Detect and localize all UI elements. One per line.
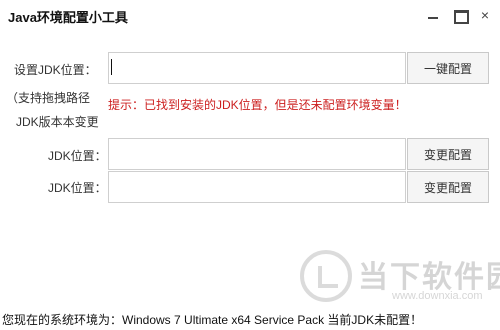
jdk-location-input-1[interactable] [108,138,406,170]
title-bar: Java环境配置小工具 × [0,0,500,30]
system-status-text: 您现在的系统环境为：Windows 7 Ultimate x64 Service… [2,313,423,327]
text-caret [111,59,112,75]
jdk-setting-input[interactable] [108,52,406,84]
maximize-icon[interactable] [453,8,469,24]
watermark: 当下软件园 www.downxia.com [300,250,500,305]
one-click-config-button[interactable]: 一键配置 [407,52,489,84]
status-bar: 您现在的系统环境为：Windows 7 Ultimate x64 Service… [0,305,500,330]
app-window: Java环境配置小工具 × 设置JDK位置： 一键配置 （支持拖拽路径 JDK版… [0,0,500,330]
jdk-location-label-1: JDK位置： [48,149,107,163]
watermark-logo-icon [300,250,352,302]
minimize-icon[interactable] [426,8,440,22]
window-title: Java环境配置小工具 [8,10,128,25]
drag-hint-line1: （支持拖拽路径 [6,91,91,105]
change-config-button-2[interactable]: 变更配置 [407,171,489,203]
jdk-location-label-2: JDK位置： [48,181,107,195]
jdk-location-input-2[interactable] [108,171,406,203]
watermark-url: www.downxia.com [392,290,483,302]
jdk-setting-label: 设置JDK位置： [14,63,97,77]
close-icon[interactable]: × [478,8,492,22]
hint-message: 提示：已找到安装的JDK位置，但是还未配置环境变量！ [108,98,407,112]
drag-hint-line2: JDK版本本变更 [16,115,99,129]
change-config-button-1[interactable]: 变更配置 [407,138,489,170]
